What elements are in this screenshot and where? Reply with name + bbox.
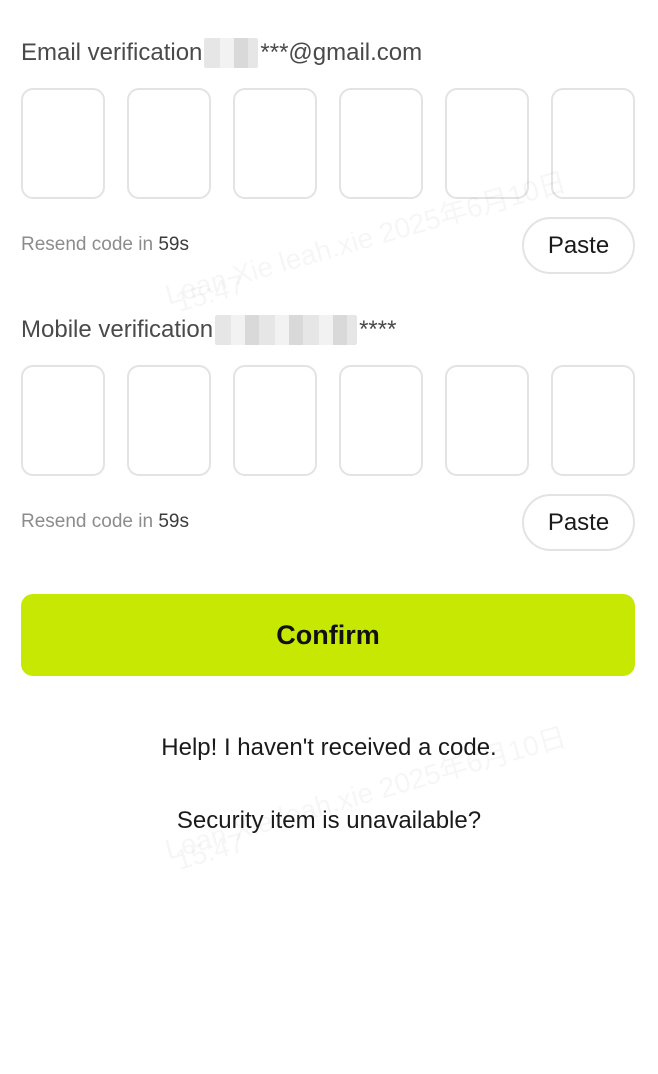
email-masked-block bbox=[204, 38, 259, 68]
email-paste-button[interactable]: Paste bbox=[522, 217, 635, 274]
verification-page: Email verification ***@gmail.com Resend … bbox=[0, 0, 658, 1074]
email-code-box-3[interactable] bbox=[233, 88, 317, 199]
help-no-code-link[interactable]: Help! I haven't received a code. bbox=[0, 734, 658, 762]
mobile-code-box-5[interactable] bbox=[445, 365, 529, 476]
email-masked-suffix: ***@gmail.com bbox=[260, 39, 423, 66]
mobile-code-box-2[interactable] bbox=[127, 365, 211, 476]
email-code-box-2[interactable] bbox=[127, 88, 211, 199]
email-resend-count: 59s bbox=[158, 234, 189, 255]
email-code-box-4[interactable] bbox=[339, 88, 423, 199]
email-resend-prefix: Resend code in bbox=[21, 234, 159, 255]
security-item-unavailable-link[interactable]: Security item is unavailable? bbox=[0, 807, 658, 835]
mobile-title-label: Mobile verification bbox=[21, 316, 214, 343]
mobile-code-box-4[interactable] bbox=[339, 365, 423, 476]
email-code-row bbox=[21, 88, 635, 199]
email-resend-text: Resend code in 59s bbox=[21, 234, 189, 256]
email-title-label: Email verification bbox=[21, 39, 203, 66]
mobile-verification-title: Mobile verification **** bbox=[21, 315, 396, 345]
watermark-line2-a: 15:47 bbox=[172, 269, 248, 319]
mobile-code-box-6[interactable] bbox=[551, 365, 635, 476]
mobile-paste-button[interactable]: Paste bbox=[522, 494, 635, 551]
mobile-resend-text: Resend code in 59s bbox=[21, 511, 189, 533]
mobile-code-box-3[interactable] bbox=[233, 365, 317, 476]
email-code-box-6[interactable] bbox=[551, 88, 635, 199]
mobile-masked-block bbox=[215, 315, 358, 345]
email-code-box-1[interactable] bbox=[21, 88, 105, 199]
mobile-resend-prefix: Resend code in bbox=[21, 511, 159, 532]
mobile-masked-suffix: **** bbox=[359, 316, 397, 343]
email-code-box-5[interactable] bbox=[445, 88, 529, 199]
email-verification-title: Email verification ***@gmail.com bbox=[21, 38, 422, 68]
mobile-code-row bbox=[21, 365, 635, 476]
confirm-button[interactable]: Confirm bbox=[21, 594, 635, 676]
mobile-code-box-1[interactable] bbox=[21, 365, 105, 476]
mobile-resend-count: 59s bbox=[158, 511, 189, 532]
